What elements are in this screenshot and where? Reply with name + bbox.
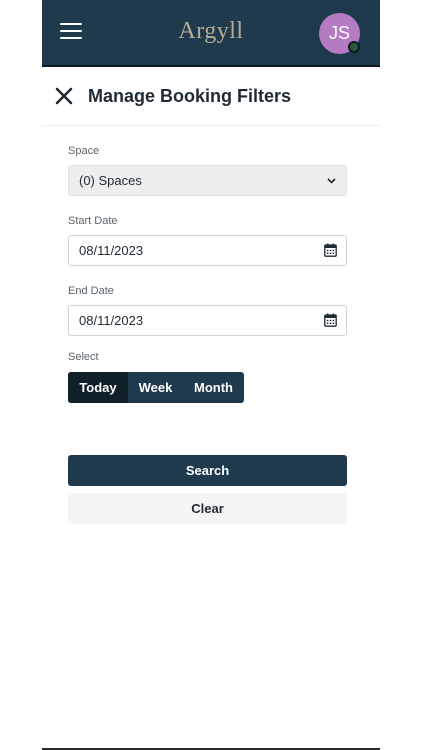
online-status-dot	[348, 41, 360, 53]
start-date-value: 08/11/2023	[79, 243, 144, 258]
start-date-field[interactable]: 08/11/2023	[68, 235, 347, 266]
period-segmented-control: Today Week Month	[68, 372, 244, 403]
start-date-label: Start Date	[68, 215, 118, 227]
space-label: Space	[68, 145, 100, 157]
end-date-label: End Date	[68, 285, 114, 297]
top-nav-bar: Argyll JS	[42, 0, 380, 67]
calendar-icon[interactable]	[324, 313, 337, 327]
space-select[interactable]: (0) Spaces	[68, 165, 347, 196]
clear-button[interactable]: Clear	[68, 493, 347, 524]
calendar-icon[interactable]	[324, 243, 337, 257]
search-button[interactable]: Search	[68, 455, 347, 486]
end-date-field[interactable]: 08/11/2023	[68, 305, 347, 336]
segment-month[interactable]: Month	[183, 372, 244, 403]
filters-header: Manage Booking Filters	[42, 68, 380, 126]
select-label: Select	[68, 351, 99, 363]
app-screen: Argyll JS Manage Booking Filters Space (…	[42, 0, 380, 750]
end-date-value: 08/11/2023	[79, 313, 144, 328]
close-icon[interactable]	[55, 87, 73, 105]
segment-week[interactable]: Week	[128, 372, 183, 403]
page-title: Manage Booking Filters	[88, 86, 292, 106]
segment-today[interactable]: Today	[68, 372, 128, 403]
chevron-down-icon	[327, 178, 336, 184]
space-select-value: (0) Spaces	[79, 173, 142, 188]
